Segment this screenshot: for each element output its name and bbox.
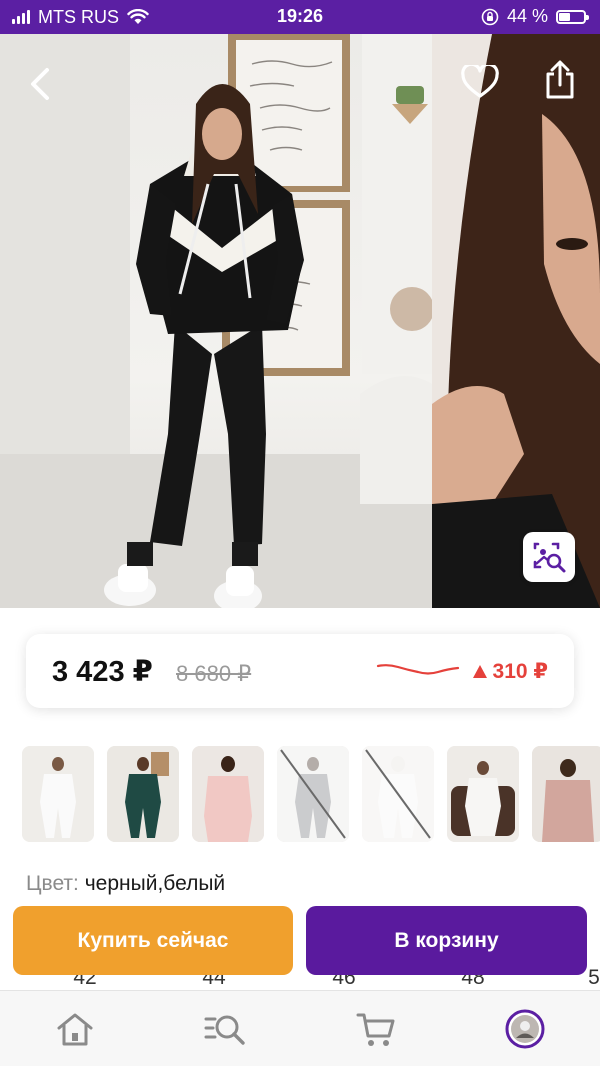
- image-search-button[interactable]: [523, 532, 575, 582]
- catalog-search-icon: [204, 1015, 245, 1045]
- share-icon: [546, 60, 574, 99]
- status-bar: MTS RUS 19:26 44 %: [0, 0, 600, 34]
- tab-cart[interactable]: [354, 1009, 398, 1049]
- price-card[interactable]: 3 423 ₽ 8 680 ₽ 310 ₽: [26, 634, 574, 708]
- heart-icon: [461, 65, 499, 98]
- back-button[interactable]: [20, 64, 60, 104]
- tab-home[interactable]: [53, 1009, 97, 1049]
- price-change: 310 ₽: [472, 659, 548, 684]
- favorite-button[interactable]: [458, 62, 502, 102]
- selected-color: Цвет: черный,белый: [26, 872, 225, 896]
- product-gallery[interactable]: [0, 34, 600, 608]
- tab-profile[interactable]: [503, 1009, 547, 1049]
- color-variants[interactable]: [22, 746, 600, 844]
- variant-thumbnail[interactable]: [22, 746, 94, 842]
- bottom-tab-bar: [0, 990, 600, 1066]
- color-label: Цвет:: [26, 872, 79, 895]
- price-history-sparkline: [376, 664, 460, 675]
- tab-catalog[interactable]: [203, 1009, 247, 1049]
- orientation-lock-icon: [481, 8, 499, 25]
- share-button[interactable]: [540, 58, 580, 102]
- color-value: черный,белый: [84, 872, 226, 895]
- home-icon: [57, 1013, 93, 1046]
- battery-icon: [556, 9, 589, 24]
- cart-icon: [356, 1013, 395, 1046]
- variant-thumbnail[interactable]: [192, 746, 264, 842]
- chevron-left-icon: [31, 68, 49, 100]
- current-price: 3 423 ₽: [52, 656, 153, 688]
- triangle-up-icon: [472, 665, 487, 678]
- price-change-value: 310 ₽: [492, 660, 548, 683]
- model-closeup-illustration: [432, 34, 600, 608]
- variant-thumbnail[interactable]: [447, 746, 519, 842]
- product-photo-main[interactable]: [0, 34, 432, 608]
- battery-percent: 44 %: [506, 6, 548, 26]
- variant-thumbnail[interactable]: [107, 746, 179, 842]
- old-price: 8 680 ₽: [176, 661, 252, 686]
- product-photo-next[interactable]: [432, 34, 600, 608]
- add-to-cart-button[interactable]: В корзину: [306, 906, 587, 975]
- variant-thumbnail[interactable]: [532, 746, 600, 842]
- profile-avatar: [505, 1009, 545, 1049]
- image-search-icon: [533, 542, 566, 573]
- model-photo-illustration: [0, 34, 432, 608]
- buy-now-button[interactable]: Купить сейчас: [13, 906, 293, 975]
- variant-thumbnail-unavailable[interactable]: [277, 746, 349, 842]
- variant-thumbnail-unavailable[interactable]: [362, 746, 434, 842]
